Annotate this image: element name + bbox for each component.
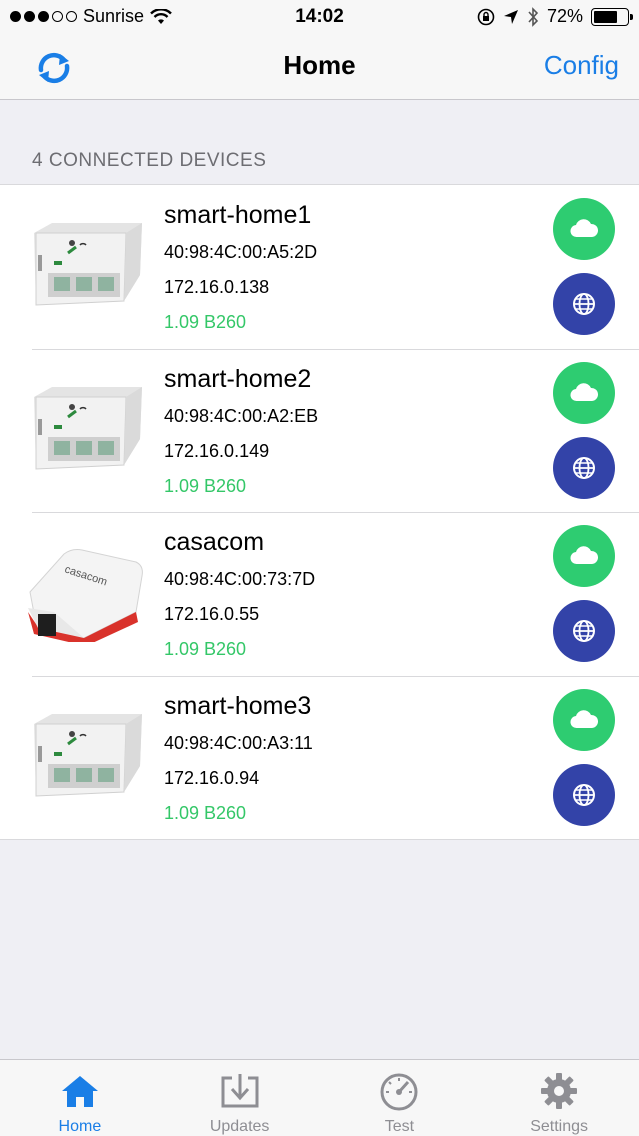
device-row[interactable]: smart-home1 40:98:4C:00:A5:2D 172.16.0.1… — [0, 185, 639, 349]
tab-label: Test — [384, 1118, 415, 1135]
globe-icon — [573, 293, 595, 315]
smart-home-module-image — [34, 386, 142, 470]
battery-percent: 72% — [546, 6, 583, 26]
device-row[interactable]: smart-home3 40:98:4C:00:A3:11 172.16.0.9… — [0, 675, 639, 840]
device-name: casacom — [164, 528, 265, 556]
device-firmware-version: 1.09 B260 — [164, 475, 247, 496]
tab-bar: Home Updates Test Settings — [0, 1059, 639, 1136]
config-button[interactable]: Config — [544, 50, 619, 81]
tab-home[interactable]: Home — [0, 1060, 160, 1136]
tab-test[interactable]: Test — [320, 1060, 480, 1136]
smart-home-module-image — [34, 223, 142, 306]
device-mac-address: 40:98:4C:00:73:7D — [164, 569, 316, 589]
device-row[interactable]: smart-home2 40:98:4C:00:A2:EB 172.16.0.1… — [0, 348, 639, 513]
tab-label: Home — [58, 1118, 102, 1135]
web-interface-button[interactable] — [553, 436, 615, 499]
device-name: smart-home3 — [164, 691, 312, 720]
smart-home-module-image — [34, 713, 142, 797]
status-bar: Sunrise 14:02 72% — [0, 0, 639, 36]
web-interface-button[interactable] — [553, 763, 615, 826]
bluetooth-icon — [528, 6, 539, 27]
device-list: smart-home1 40:98:4C:00:A5:2D 172.16.0.1… — [0, 184, 639, 840]
gear-icon — [541, 1073, 578, 1109]
device-name: smart-home2 — [164, 364, 312, 393]
casacom-plug-image: casacom — [28, 549, 143, 642]
device-ip-address: 172.16.0.55 — [164, 604, 260, 624]
device-row[interactable]: casacom casacom 40:98:4C:00:73:7D 172.16… — [0, 512, 639, 676]
rotation-lock-icon — [477, 8, 495, 25]
device-mac-address: 40:98:4C:00:A5:2D — [164, 242, 318, 262]
device-ip-address: 172.16.0.94 — [164, 767, 260, 788]
device-firmware-version: 1.09 B260 — [164, 802, 247, 823]
cloud-icon — [570, 382, 598, 401]
download-icon — [221, 1074, 259, 1108]
cloud-icon — [570, 219, 598, 238]
tab-label: Settings — [530, 1118, 589, 1135]
device-firmware-version: 1.09 B260 — [164, 639, 247, 659]
device-ip-address: 172.16.0.138 — [164, 277, 270, 297]
home-icon — [61, 1076, 98, 1107]
web-interface-button[interactable] — [553, 273, 615, 335]
cloud-icon — [570, 546, 598, 565]
cloud-button[interactable] — [553, 688, 615, 751]
device-firmware-version: 1.09 B260 — [164, 312, 247, 332]
speedometer-icon — [380, 1073, 418, 1111]
device-ip-address: 172.16.0.149 — [164, 440, 270, 461]
cloud-button[interactable] — [553, 525, 615, 587]
section-header: 4 CONNECTED DEVICES — [32, 150, 267, 171]
tab-settings[interactable]: Settings — [479, 1060, 639, 1136]
globe-icon — [573, 456, 595, 479]
tab-updates[interactable]: Updates — [160, 1060, 320, 1136]
globe-icon — [573, 783, 595, 806]
navigation-bar: Home Config — [0, 36, 639, 100]
device-mac-address: 40:98:4C:00:A3:11 — [164, 732, 313, 753]
globe-icon — [573, 620, 595, 642]
location-arrow-icon — [503, 9, 518, 24]
battery-icon — [591, 7, 633, 26]
cloud-button[interactable] — [553, 361, 615, 424]
cloud-icon — [570, 709, 598, 728]
cloud-button[interactable] — [553, 198, 615, 260]
device-mac-address: 40:98:4C:00:A2:EB — [164, 405, 319, 426]
web-interface-button[interactable] — [553, 600, 615, 662]
tab-label: Updates — [209, 1118, 270, 1135]
device-name: smart-home1 — [164, 201, 312, 229]
